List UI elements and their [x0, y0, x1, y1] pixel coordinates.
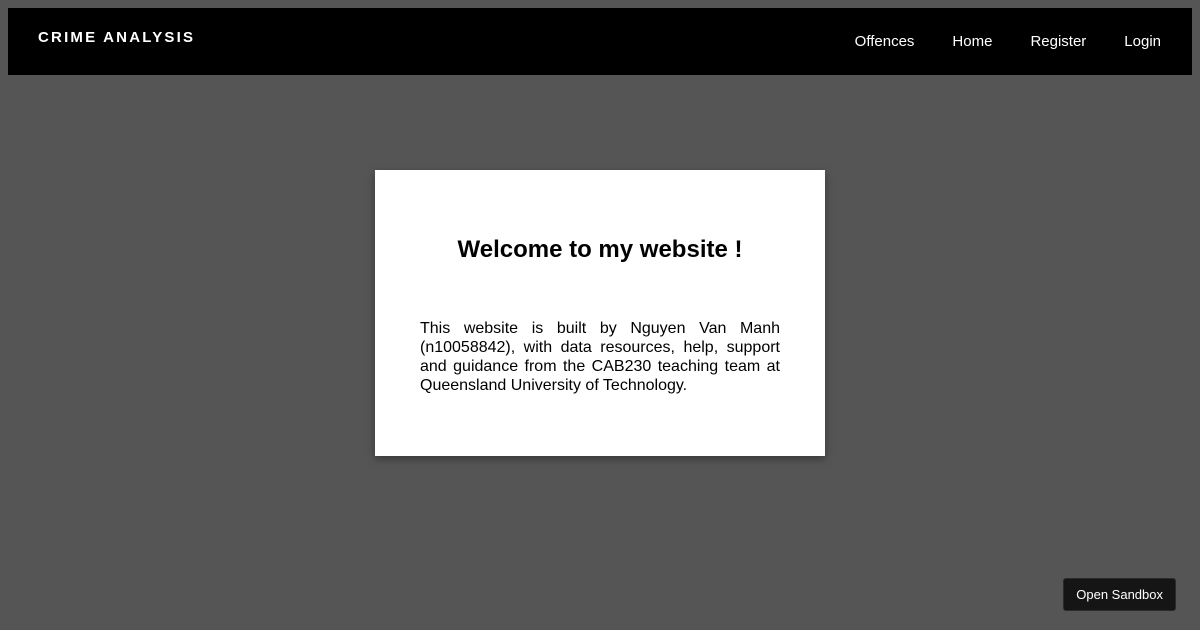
nav-item-login: Login — [1124, 32, 1161, 51]
open-sandbox-button[interactable]: Open Sandbox — [1063, 578, 1176, 611]
nav-item-register: Register — [1030, 32, 1086, 51]
nav-item-offences: Offences — [855, 32, 915, 51]
welcome-title: Welcome to my website ! — [457, 236, 743, 263]
nav-links: Offences Home Register Login — [855, 32, 1161, 51]
nav-link-offences[interactable]: Offences — [855, 33, 915, 50]
nav-link-login[interactable]: Login — [1124, 33, 1161, 50]
nav-link-register[interactable]: Register — [1030, 33, 1086, 50]
brand-logo-text[interactable]: CRIME ANALYSIS — [38, 29, 195, 47]
top-navbar: CRIME ANALYSIS Offences Home Register Lo… — [8, 8, 1192, 75]
welcome-card: Welcome to my website ! This website is … — [375, 170, 825, 456]
welcome-description: This website is built by Nguyen Van Manh… — [420, 320, 780, 394]
nav-link-home[interactable]: Home — [952, 33, 992, 50]
nav-item-home: Home — [952, 32, 992, 51]
